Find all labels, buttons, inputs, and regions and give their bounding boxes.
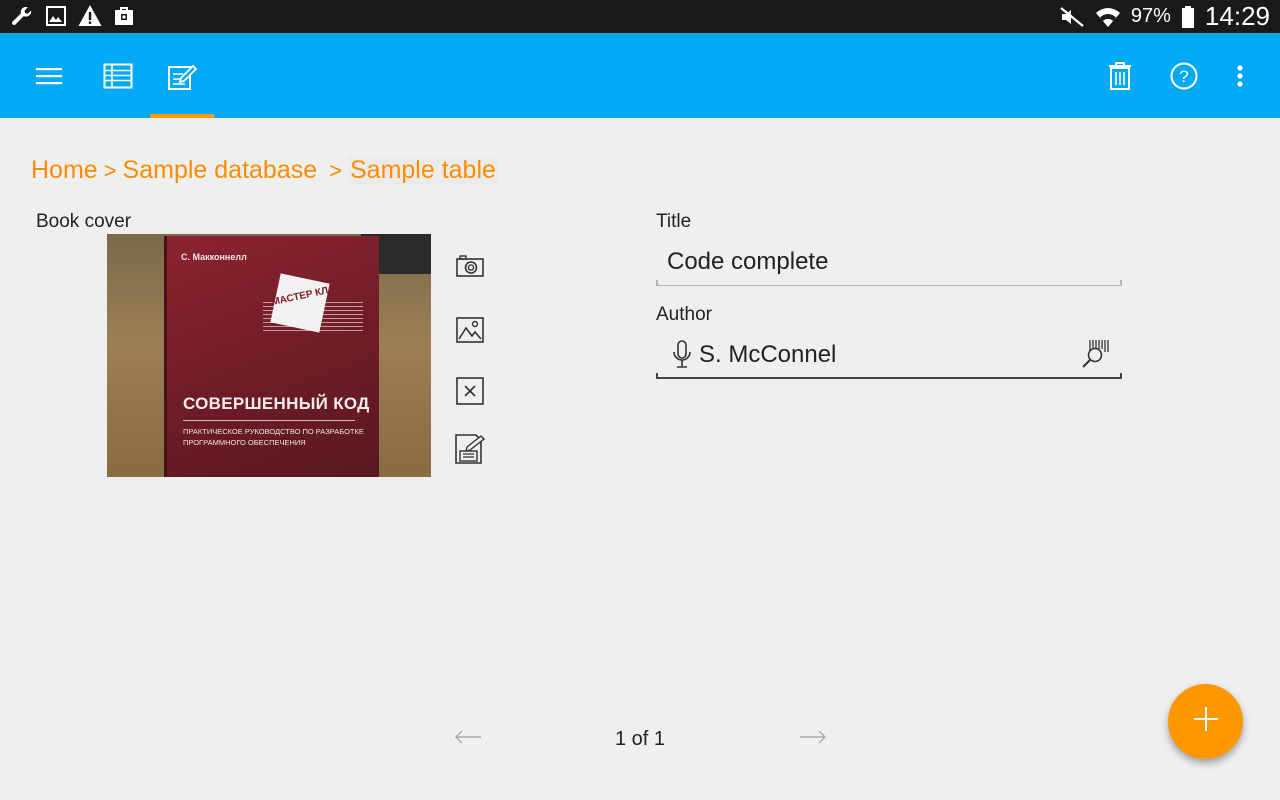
edit-form-tab[interactable] [150,33,214,118]
menu-button[interactable] [22,33,76,118]
voice-input-button[interactable] [672,340,692,375]
title-label: Title [656,211,692,232]
add-record-button[interactable] [1168,684,1243,759]
battery-icon [1181,5,1195,29]
overflow-menu-button[interactable] [1220,33,1260,118]
warning-icon [78,4,102,28]
menu-icon [35,66,63,86]
barcode-search-icon [1081,340,1109,372]
book-author-text: С. Макконнелл [181,252,247,262]
book-cover-label: Book cover [36,211,132,232]
camera-icon [456,254,484,278]
delete-icon [1107,61,1133,91]
clear-image-button[interactable] [456,377,484,405]
mute-icon [1059,5,1085,29]
briefcase-icon [112,4,136,28]
status-bar: 97% 14:29 [0,0,1280,33]
overflow-menu-icon [1236,64,1244,88]
breadcrumb-separator: > [103,157,117,183]
breadcrumb-home[interactable]: Home [31,156,98,185]
breadcrumb: Home > Sample database > Sample table [31,156,498,185]
camera-button[interactable] [456,252,484,280]
wrench-icon [10,4,34,28]
title-underline [656,285,1122,286]
book-title-rule [183,420,355,421]
author-value: S. McConnel [699,341,837,368]
save-image-button[interactable] [455,434,485,464]
record-counter: 1 of 1 [614,728,666,750]
author-underline [656,377,1122,379]
title-field[interactable]: Code complete [656,238,1122,286]
next-record-button[interactable] [798,727,828,751]
microphone-icon [672,340,692,374]
title-underline-cap [1120,280,1122,286]
table-view-tab[interactable] [90,33,146,118]
author-field[interactable]: S. McConnel [656,331,1122,379]
add-icon [1193,706,1219,737]
table-view-icon [103,63,133,89]
previous-record-button[interactable] [453,727,483,751]
gallery-button[interactable] [456,316,484,344]
battery-percent: 97% [1130,5,1171,27]
book-subtitle-text: ПРАКТИЧЕСКОЕ РУКОВОДСТВО ПО РАЗРАБОТКЕ П… [183,427,364,447]
book: С. Макконнелл МАСТЕР КЛАСС СОВЕРШЕННЫЙ К… [167,236,379,477]
breadcrumb-table[interactable]: Sample table [348,156,498,185]
breadcrumb-database[interactable]: Sample database [123,156,318,185]
gallery-icon [456,317,484,343]
svg-text:?: ? [1179,67,1188,86]
arrow-right-icon [799,730,827,749]
title-value: Code complete [667,248,829,275]
help-icon: ? [1170,62,1198,90]
barcode-search-button[interactable] [1081,338,1109,373]
clear-image-icon [456,377,484,405]
book-title-text: СОВЕРШЕННЫЙ КОД [183,394,370,413]
edit-form-icon [167,61,197,91]
author-label: Author [656,304,712,325]
active-tab-indicator [150,114,214,118]
clock: 14:29 [1204,1,1270,31]
author-underline-cap [1120,373,1122,379]
title-underline-cap [656,280,658,286]
image-icon [44,4,68,28]
author-underline-cap [656,373,658,379]
save-image-icon [455,434,485,464]
app-toolbar: ? [0,33,1280,118]
help-button[interactable]: ? [1162,33,1206,118]
book-cover-image[interactable]: С. Макконнелл МАСТЕР КЛАСС СОВЕРШЕННЫЙ К… [107,234,431,477]
wifi-icon [1095,5,1121,29]
arrow-left-icon [454,730,482,749]
breadcrumb-separator: > [329,157,342,183]
delete-button[interactable] [1098,33,1142,118]
